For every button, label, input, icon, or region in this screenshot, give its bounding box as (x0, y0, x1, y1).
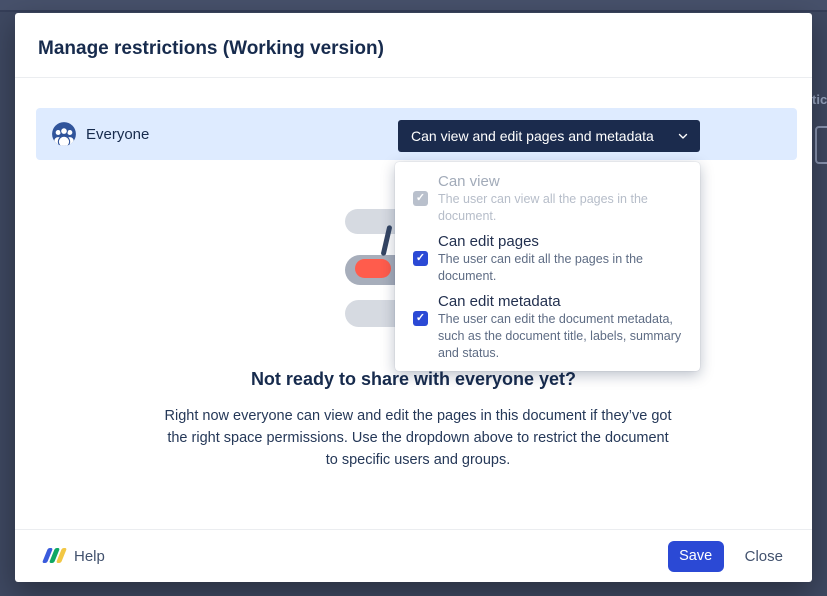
can-view-checkbox: ✓ (413, 191, 428, 206)
help-label: Help (74, 548, 105, 565)
option-description: The user can edit all the pages in the d… (438, 251, 686, 285)
principal-name: Everyone (86, 126, 149, 143)
menu-option-can-edit-pages[interactable]: ✓ Can edit pages The user can edit all t… (395, 232, 700, 285)
people-group-icon (51, 121, 77, 147)
option-title: Can edit pages (438, 232, 686, 251)
everyone-restriction-row: Everyone Can view and edit pages and met… (36, 108, 797, 160)
background-page-text-fragment: tic (812, 92, 827, 107)
chevron-down-icon (676, 129, 690, 143)
help-logo-icon (43, 547, 65, 565)
illustration-highlight-bar (355, 259, 391, 278)
check-icon: ✓ (416, 311, 425, 326)
permission-dropdown-label: Can view and edit pages and metadata (411, 128, 668, 144)
option-description: The user can edit the document metadata,… (438, 311, 686, 362)
permission-dropdown-menu: ✓ Can view The user can view all the pag… (395, 162, 700, 371)
background-top-nav (0, 0, 827, 12)
menu-option-can-view: ✓ Can view The user can view all the pag… (395, 172, 700, 225)
close-button[interactable]: Close (745, 548, 783, 565)
manage-restrictions-dialog: Manage restrictions (Working version) Ev… (15, 13, 812, 582)
dialog-footer: Help Save Close (15, 529, 812, 582)
option-description: The user can view all the pages in the d… (438, 191, 686, 225)
background-page-icon-outline (815, 126, 827, 164)
option-title: Can edit metadata (438, 292, 686, 311)
check-icon: ✓ (416, 251, 425, 266)
can-edit-pages-checkbox[interactable]: ✓ (413, 251, 428, 266)
menu-option-can-edit-metadata[interactable]: ✓ Can edit metadata The user can edit th… (395, 292, 700, 362)
empty-state-body: Right now everyone can view and edit the… (163, 405, 673, 471)
can-edit-metadata-checkbox[interactable]: ✓ (413, 311, 428, 326)
save-button[interactable]: Save (668, 541, 724, 572)
empty-state-heading: Not ready to share with everyone yet? (15, 369, 812, 390)
permission-dropdown-button[interactable]: Can view and edit pages and metadata (398, 120, 700, 152)
option-title: Can view (438, 172, 686, 191)
help-link[interactable]: Help (43, 547, 105, 565)
dialog-title: Manage restrictions (Working version) (38, 38, 384, 60)
check-icon: ✓ (416, 191, 425, 206)
header-divider (15, 77, 812, 78)
